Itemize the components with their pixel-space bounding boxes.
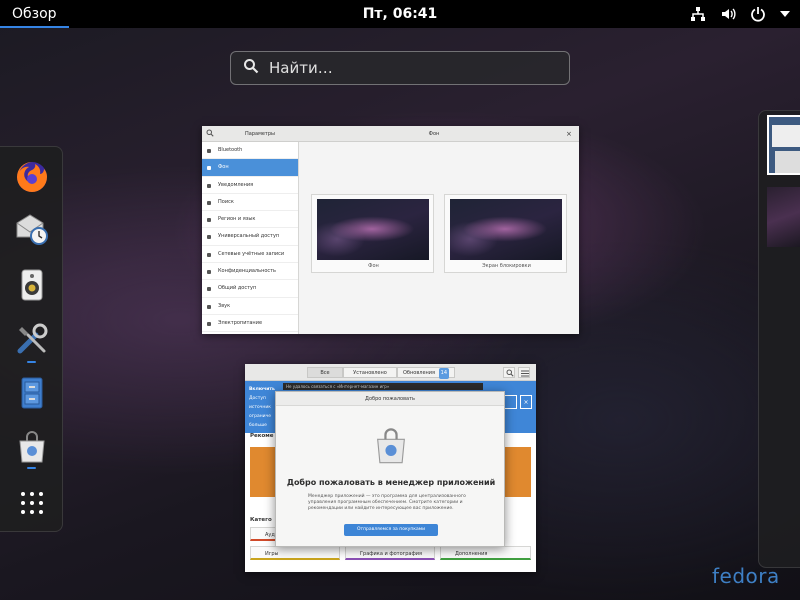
software-bag-icon <box>377 428 405 464</box>
top-bar: Обзор Пт, 06:41 <box>0 0 800 28</box>
software-bag-icon <box>19 431 45 463</box>
lock-screen-preview <box>450 199 562 260</box>
settings-sidebar: Bluetooth Фон Уведомления Поиск Регион и… <box>202 142 299 334</box>
dash-app-rhythmbox[interactable] <box>12 265 52 305</box>
clock-label[interactable]: Пт, 06:41 <box>363 6 438 22</box>
category-graphics[interactable]: Графика и фотография <box>345 546 435 560</box>
volume-icon[interactable] <box>720 6 736 22</box>
dash-app-settings[interactable] <box>12 319 52 359</box>
sidebar-item-region[interactable]: Регион и язык <box>202 211 298 229</box>
categories-heading: Катего <box>250 517 272 523</box>
settings-window-thumbnail[interactable]: Параметры Фон × Bluetooth Фон Уведомлени… <box>202 126 579 334</box>
mail-clock-icon <box>16 214 48 245</box>
sidebar-item-online-accounts[interactable]: Сетевые учётные записи <box>202 246 298 264</box>
recommended-heading: Рекоме <box>250 433 274 439</box>
sidebar-item-notifications[interactable]: Уведомления <box>202 177 298 194</box>
menu-button[interactable] <box>518 367 530 378</box>
banner-close-button[interactable]: × <box>520 395 532 409</box>
sidebar-item-accessibility[interactable]: Универсальный доступ <box>202 228 298 246</box>
workspace-thumbnail-empty[interactable] <box>767 187 800 247</box>
dash-app-software[interactable] <box>12 427 52 467</box>
grid-icon <box>21 492 43 514</box>
welcome-dialog: Добро пожаловать Добро пожаловать в мене… <box>275 391 505 547</box>
search-icon <box>243 58 259 78</box>
sidebar-item-search[interactable]: Поиск <box>202 194 298 212</box>
tab-installed[interactable]: Установлено <box>343 367 397 378</box>
power-icon[interactable] <box>750 6 766 22</box>
lock-screen-card[interactable]: Экран блокировки <box>444 194 567 273</box>
lock-screen-card-caption: Экран блокировки <box>482 263 531 269</box>
search-bar[interactable] <box>230 51 570 85</box>
dash <box>0 146 63 532</box>
sidebar-item-bluetooth[interactable]: Bluetooth <box>202 142 298 160</box>
start-shopping-button[interactable]: Отправляемся за покупками <box>344 524 438 536</box>
show-apps-button[interactable] <box>12 483 52 523</box>
settings-sidebar-title: Параметры <box>245 131 275 137</box>
tab-all[interactable]: Все <box>307 367 343 378</box>
running-indicator <box>27 467 36 469</box>
workspace-switcher <box>758 110 800 568</box>
dialog-header: Добро пожаловать <box>276 392 504 406</box>
background-card-caption: Фон <box>368 263 379 269</box>
search-input[interactable] <box>269 59 549 77</box>
sidebar-item-power[interactable]: Электропитание <box>202 315 298 333</box>
tab-updates-label: Обновления <box>402 370 436 376</box>
clock[interactable]: Пт, 06:41 <box>0 0 800 28</box>
updates-badge: 14 <box>438 368 450 379</box>
system-tray[interactable] <box>690 0 790 28</box>
background-preview <box>317 199 429 260</box>
sidebar-item-sharing[interactable]: Общий доступ <box>202 280 298 298</box>
speaker-icon <box>21 269 43 301</box>
dash-app-firefox[interactable] <box>12 157 52 197</box>
error-notice: Не удалось связаться с «Интернет-магазин… <box>283 383 483 390</box>
sidebar-item-sound[interactable]: Звук <box>202 298 298 315</box>
banner-text: Включить Доступ источник ограниче больше <box>249 387 275 428</box>
search-icon <box>506 369 514 377</box>
running-indicator <box>27 361 36 363</box>
dash-app-files[interactable] <box>12 373 52 413</box>
settings-headerbar: Параметры Фон × <box>202 126 579 142</box>
arrow-down-icon[interactable] <box>780 10 790 18</box>
banner-action-button[interactable] <box>503 395 517 409</box>
sidebar-item-privacy[interactable]: Конфиденциальность <box>202 263 298 281</box>
category-games[interactable]: Игры <box>250 546 340 560</box>
settings-panel-title: Фон <box>428 131 440 137</box>
background-card[interactable]: Фон <box>311 194 434 273</box>
search-icon[interactable] <box>206 129 216 139</box>
sidebar-item-background[interactable]: Фон <box>202 159 298 177</box>
dash-app-evolution[interactable] <box>12 209 52 249</box>
close-icon[interactable]: × <box>566 126 572 142</box>
workspace-thumbnail-active[interactable] <box>767 115 800 175</box>
network-wired-icon[interactable] <box>690 6 706 22</box>
software-headerbar: Все Установлено Обновления 14 <box>245 364 536 381</box>
firefox-icon <box>17 162 47 192</box>
fedora-logo: fedora <box>712 564 780 588</box>
search-button[interactable] <box>503 367 515 378</box>
software-window-thumbnail[interactable]: Все Установлено Обновления 14 Не удалось… <box>245 364 536 572</box>
filing-cabinet-icon <box>21 377 43 409</box>
dialog-title: Добро пожаловать в менеджер приложений <box>286 478 496 487</box>
tools-icon <box>17 323 48 354</box>
hamburger-icon <box>521 370 529 377</box>
tab-updates[interactable]: Обновления 14 <box>397 367 455 379</box>
dialog-text: Менеджер приложений — это программа для … <box>308 494 466 511</box>
category-addons[interactable]: Дополнения <box>440 546 531 560</box>
